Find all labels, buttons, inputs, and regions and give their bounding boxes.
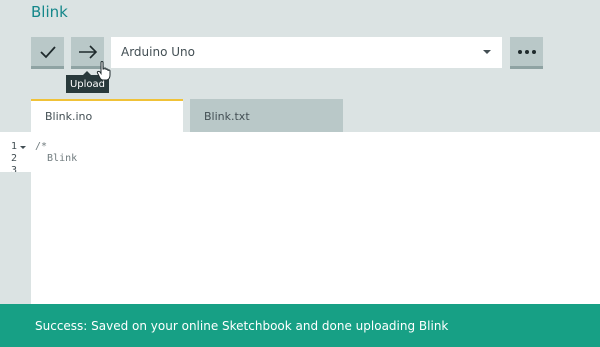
sketch-title: Blink [31, 3, 68, 21]
hand-cursor-icon [96, 61, 111, 81]
code-line: Blink [35, 153, 78, 164]
success-notification: Success: Saved on your online Sketchbook… [0, 304, 600, 347]
ellipsis-icon [517, 49, 536, 54]
code-line: /* [35, 141, 48, 152]
tab-blink-txt[interactable]: Blink.txt [190, 99, 343, 132]
board-select-value: Arduino Uno [121, 45, 195, 59]
arrow-right-icon [78, 44, 97, 59]
more-options-button[interactable] [510, 37, 543, 69]
chevron-down-icon [483, 50, 491, 54]
verify-button[interactable] [31, 37, 64, 69]
checkmark-icon [39, 45, 56, 58]
line-number: 2 [11, 153, 18, 164]
line-number: 3 [11, 165, 18, 172]
tab-blink-ino[interactable]: Blink.ino [31, 99, 183, 132]
line-number: 1 [11, 141, 18, 152]
notification-message: Success: Saved on your online Sketchbook… [35, 319, 449, 333]
code-editor[interactable] [31, 132, 600, 304]
fold-toggle-icon[interactable] [20, 146, 26, 149]
board-select[interactable]: Arduino Uno [111, 37, 502, 68]
